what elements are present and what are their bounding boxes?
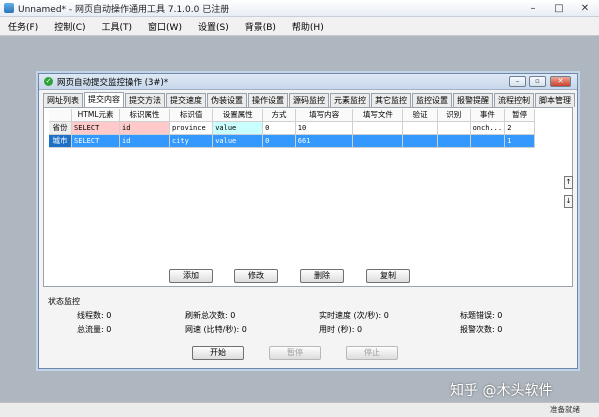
tab-submit-content[interactable]: 提交内容 bbox=[84, 92, 124, 107]
cell-id-attr[interactable]: id bbox=[120, 135, 170, 148]
cell-html-element[interactable]: SELECT bbox=[72, 122, 121, 135]
col-html-element[interactable]: HTML元素 bbox=[72, 109, 121, 122]
tab-flow-control[interactable]: 流程控制 bbox=[494, 93, 534, 107]
cell-id-attr[interactable]: id bbox=[120, 122, 170, 135]
cell-fill-file[interactable] bbox=[353, 122, 404, 135]
cell-set-attr[interactable]: value bbox=[213, 135, 264, 148]
delete-button[interactable]: 删除 bbox=[300, 269, 344, 283]
watermark-text: 知乎 @木头软件 bbox=[450, 383, 553, 399]
tab-url-list[interactable]: 网址列表 bbox=[43, 93, 83, 107]
status-bar bbox=[0, 402, 599, 417]
alarm-count-readout: 报警次数: 0 bbox=[460, 325, 503, 334]
submit-grid[interactable]: HTML元素 标识属性 标识值 设置属性 方式 填写内容 填写文件 验证 识别 … bbox=[49, 109, 536, 148]
tab-submit-method[interactable]: 提交方法 bbox=[125, 93, 165, 107]
row-label[interactable]: 省份 bbox=[49, 122, 73, 135]
tab-source-monitor[interactable]: 源码监控 bbox=[289, 93, 329, 107]
monitor-dialog: ✓ 网页自动提交监控操作 (3#)* – ▫ ✕ 网址列表 提交内容 提交方法 … bbox=[38, 73, 578, 369]
dialog-title: 网页自动提交监控操作 (3#)* bbox=[57, 77, 169, 88]
stop-button[interactable]: 停止 bbox=[346, 346, 398, 360]
tab-alarm[interactable]: 报警提醒 bbox=[453, 93, 493, 107]
col-pause[interactable]: 暂停 bbox=[505, 109, 535, 122]
add-button[interactable]: 添加 bbox=[169, 269, 213, 283]
cell-id-value[interactable]: province bbox=[169, 122, 214, 135]
cell-pause[interactable]: 1 bbox=[505, 135, 536, 148]
status-monitor-label: 状态监控 bbox=[48, 297, 80, 306]
menu-tools[interactable]: 工具(T) bbox=[102, 20, 133, 33]
cell-html-element[interactable]: SELECT bbox=[72, 135, 121, 148]
grid-header-row: HTML元素 标识属性 标识值 设置属性 方式 填写内容 填写文件 验证 识别 … bbox=[49, 109, 535, 122]
tab-monitor-settings[interactable]: 监控设置 bbox=[412, 93, 452, 107]
tab-panel: HTML元素 标识属性 标识值 设置属性 方式 填写内容 填写文件 验证 识别 … bbox=[43, 107, 573, 287]
pause-button[interactable]: 暂停 bbox=[269, 346, 321, 360]
corner-cell bbox=[49, 109, 73, 122]
app-title: Unnamed* - 网页自动操作通用工具 7.1.0.0 已注册 bbox=[18, 4, 230, 15]
cell-set-attr[interactable]: value bbox=[213, 122, 264, 135]
col-recognize[interactable]: 识别 bbox=[437, 109, 471, 122]
dialog-restore-icon[interactable]: ▫ bbox=[529, 76, 546, 87]
tab-submit-speed[interactable]: 提交速度 bbox=[166, 93, 206, 107]
realtime-speed-readout: 实时速度 (次/秒): 0 bbox=[319, 311, 389, 320]
col-id-value[interactable]: 标识值 bbox=[170, 109, 214, 122]
tab-strip: 网址列表 提交内容 提交方法 提交速度 伪装设置 操作设置 源码监控 元素监控 … bbox=[43, 92, 576, 107]
move-up-button[interactable]: ↑ bbox=[564, 176, 573, 189]
cell-fill-file[interactable] bbox=[353, 135, 404, 148]
tab-disguise[interactable]: 伪装设置 bbox=[207, 93, 247, 107]
tab-operation[interactable]: 操作设置 bbox=[248, 93, 288, 107]
maximize-icon[interactable]: □ bbox=[546, 0, 572, 16]
menu-window[interactable]: 窗口(W) bbox=[148, 20, 182, 33]
check-icon: ✓ bbox=[44, 77, 53, 86]
menu-help[interactable]: 帮助(H) bbox=[292, 20, 324, 33]
copy-button[interactable]: 复制 bbox=[366, 269, 410, 283]
cell-verify[interactable] bbox=[403, 135, 438, 148]
col-set-attr[interactable]: 设置属性 bbox=[213, 109, 264, 122]
cell-verify[interactable] bbox=[403, 122, 438, 135]
cell-event[interactable] bbox=[470, 135, 506, 148]
col-fill-file[interactable]: 填写文件 bbox=[353, 109, 404, 122]
col-fill-content[interactable]: 填写内容 bbox=[295, 109, 354, 122]
total-traffic-readout: 总流量: 0 bbox=[77, 325, 112, 334]
table-row[interactable]: 省份 SELECT id province value 0 10 onch...… bbox=[49, 122, 536, 135]
title-error-readout: 标题错误: 0 bbox=[460, 311, 503, 320]
cell-id-value[interactable]: city bbox=[169, 135, 214, 148]
table-row[interactable]: 城市 SELECT id city value 0 661 1 bbox=[49, 135, 536, 148]
menu-background[interactable]: 背景(B) bbox=[245, 20, 276, 33]
move-down-button[interactable]: ↓ bbox=[564, 195, 573, 208]
col-event[interactable]: 事件 bbox=[470, 109, 506, 122]
menu-control[interactable]: 控制(C) bbox=[54, 20, 85, 33]
start-button[interactable]: 开始 bbox=[192, 346, 244, 360]
dialog-close-icon[interactable]: ✕ bbox=[550, 76, 571, 87]
app-titlebar: Unnamed* - 网页自动操作通用工具 7.1.0.0 已注册 – □ ✕ bbox=[0, 0, 599, 17]
tab-script[interactable]: 脚本管理 bbox=[535, 93, 575, 107]
tab-other-monitor[interactable]: 其它监控 bbox=[371, 93, 411, 107]
minimize-icon[interactable]: – bbox=[520, 0, 546, 16]
dialog-minimize-icon[interactable]: – bbox=[509, 76, 526, 87]
ready-status: 准备就绪 bbox=[550, 405, 580, 414]
menu-settings[interactable]: 设置(S) bbox=[198, 20, 229, 33]
col-verify[interactable]: 验证 bbox=[403, 109, 438, 122]
threads-readout: 线程数: 0 bbox=[77, 311, 112, 320]
time-used-readout: 用时 (秒): 0 bbox=[319, 325, 363, 334]
menu-task[interactable]: 任务(F) bbox=[8, 20, 38, 33]
menu-bar: 任务(F) 控制(C) 工具(T) 窗口(W) 设置(S) 背景(B) 帮助(H… bbox=[0, 17, 599, 36]
cell-fill-content[interactable]: 661 bbox=[295, 135, 354, 148]
cell-event[interactable]: onch... bbox=[470, 122, 506, 135]
row-label[interactable]: 城市 bbox=[49, 135, 73, 148]
dialog-titlebar: ✓ 网页自动提交监控操作 (3#)* – ▫ ✕ bbox=[39, 74, 577, 90]
cell-recognize[interactable] bbox=[437, 122, 471, 135]
cell-fill-content[interactable]: 10 bbox=[295, 122, 354, 135]
net-speed-readout: 网速 (比特/秒): 0 bbox=[185, 325, 247, 334]
cell-mode[interactable]: 0 bbox=[263, 122, 296, 135]
refresh-total-readout: 刷新总次数: 0 bbox=[185, 311, 236, 320]
cell-pause[interactable]: 2 bbox=[505, 122, 536, 135]
col-mode[interactable]: 方式 bbox=[263, 109, 296, 122]
edit-button[interactable]: 修改 bbox=[234, 269, 278, 283]
tab-element-monitor[interactable]: 元素监控 bbox=[330, 93, 370, 107]
app-icon bbox=[4, 3, 14, 13]
cell-recognize[interactable] bbox=[437, 135, 471, 148]
col-id-attr[interactable]: 标识属性 bbox=[120, 109, 171, 122]
cell-mode[interactable]: 0 bbox=[263, 135, 296, 148]
close-icon[interactable]: ✕ bbox=[572, 0, 598, 16]
